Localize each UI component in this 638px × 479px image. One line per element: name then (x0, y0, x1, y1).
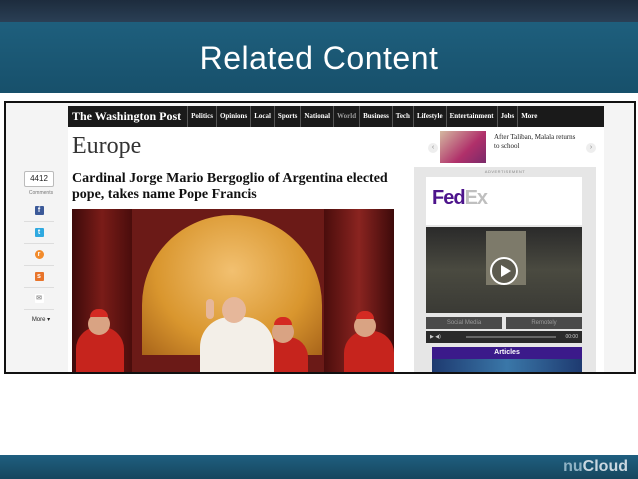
fedex-logo-fed: Fed (432, 187, 466, 209)
cardinal-cap (90, 309, 108, 317)
webpage-screenshot: The Washington Post Politics Opinions Lo… (4, 101, 636, 374)
video-tab-social-media[interactable]: Social Media (426, 317, 502, 329)
promo-carousel[interactable]: ‹ After Taliban, Malala returns to schoo… (428, 131, 600, 165)
email-share-button[interactable]: ✉ (24, 288, 54, 310)
nav-item-more[interactable]: More (517, 106, 540, 127)
articles-header[interactable]: Articles (432, 347, 582, 359)
chevron-left-icon[interactable]: ‹ (428, 143, 438, 153)
articles-image[interactable] (432, 359, 582, 372)
article-photo[interactable] (72, 209, 394, 372)
nav-item-jobs[interactable]: Jobs (496, 106, 518, 127)
top-band (0, 0, 638, 22)
twitter-share-button[interactable]: t (24, 222, 54, 244)
cardinal-cap (274, 317, 292, 325)
stumbleupon-icon: s (34, 272, 44, 281)
nav-item-local[interactable]: Local (250, 106, 274, 127)
fedex-ad-banner[interactable]: FedEx (426, 177, 582, 225)
footer-band: nuCloud (0, 455, 638, 479)
section-title[interactable]: Europe (72, 133, 141, 160)
facebook-icon: f (34, 206, 44, 215)
nav-item-opinions[interactable]: Opinions (215, 106, 250, 127)
advertisement: ADVERTISEMENT FedEx Social Media Remotel… (414, 167, 596, 372)
video-controls[interactable]: ▶ ◀) 00:00 (426, 331, 582, 343)
nucloud-logo: nuCloud (563, 458, 628, 476)
ad-label: ADVERTISEMENT (484, 169, 526, 174)
play-control-icon[interactable]: ▶ ◀) (430, 334, 441, 340)
pope-raised-hand (206, 299, 214, 319)
washington-post-header: The Washington Post Politics Opinions Lo… (68, 106, 604, 127)
promo-headline[interactable]: After Taliban, Malala returns to school (494, 133, 582, 151)
video-progress-bar[interactable] (466, 336, 556, 338)
article-headline[interactable]: Cardinal Jorge Mario Bergoglio of Argent… (72, 171, 402, 203)
pope-figure (200, 317, 274, 372)
comment-count-label: Comments (28, 190, 54, 196)
slide: Related Content The Washington Post Poli… (0, 0, 638, 479)
reddit-share-button[interactable]: r (24, 244, 54, 266)
cardinal-cap (356, 311, 374, 319)
main-nav: Politics Opinions Local Sports National … (187, 106, 540, 127)
play-icon[interactable] (490, 257, 518, 285)
cardinal-figure (344, 331, 394, 372)
nav-item-world[interactable]: World (333, 106, 359, 127)
brand-suffix: Cloud (582, 458, 628, 475)
brand-prefix: nu (563, 458, 583, 475)
comment-count[interactable]: 4412 (24, 171, 54, 187)
nav-item-tech[interactable]: Tech (391, 106, 413, 127)
share-toolbar: 4412 Comments f t r s ✉ More ▾ (24, 171, 58, 323)
more-share-button[interactable]: More ▾ (24, 316, 58, 323)
nav-item-sports[interactable]: Sports (273, 106, 300, 127)
pope-head (222, 297, 246, 323)
washington-post-logo[interactable]: The Washington Post (68, 109, 187, 124)
nav-item-business[interactable]: Business (359, 106, 392, 127)
email-icon: ✉ (34, 294, 44, 303)
ad-video[interactable] (426, 227, 582, 313)
fedex-logo-ex: Ex (464, 187, 488, 209)
reddit-icon: r (34, 250, 44, 259)
nav-item-politics[interactable]: Politics (187, 106, 216, 127)
nav-item-lifestyle[interactable]: Lifestyle (412, 106, 446, 127)
fedex-logo: FedEx (432, 187, 488, 210)
facebook-share-button[interactable]: f (24, 200, 54, 222)
promo-image[interactable] (440, 131, 486, 163)
stumbleupon-share-button[interactable]: s (24, 266, 54, 288)
chevron-right-icon[interactable]: › (586, 143, 596, 153)
article-page: Europe ‹ After Taliban, Malala returns t… (24, 127, 604, 372)
slide-title: Related Content (199, 40, 439, 76)
video-tab-remotely[interactable]: Remotely (506, 317, 582, 329)
nav-item-national[interactable]: National (300, 106, 333, 127)
nav-item-entertainment[interactable]: Entertainment (445, 106, 497, 127)
video-time: 00:00 (565, 334, 578, 340)
twitter-icon: t (34, 228, 44, 237)
